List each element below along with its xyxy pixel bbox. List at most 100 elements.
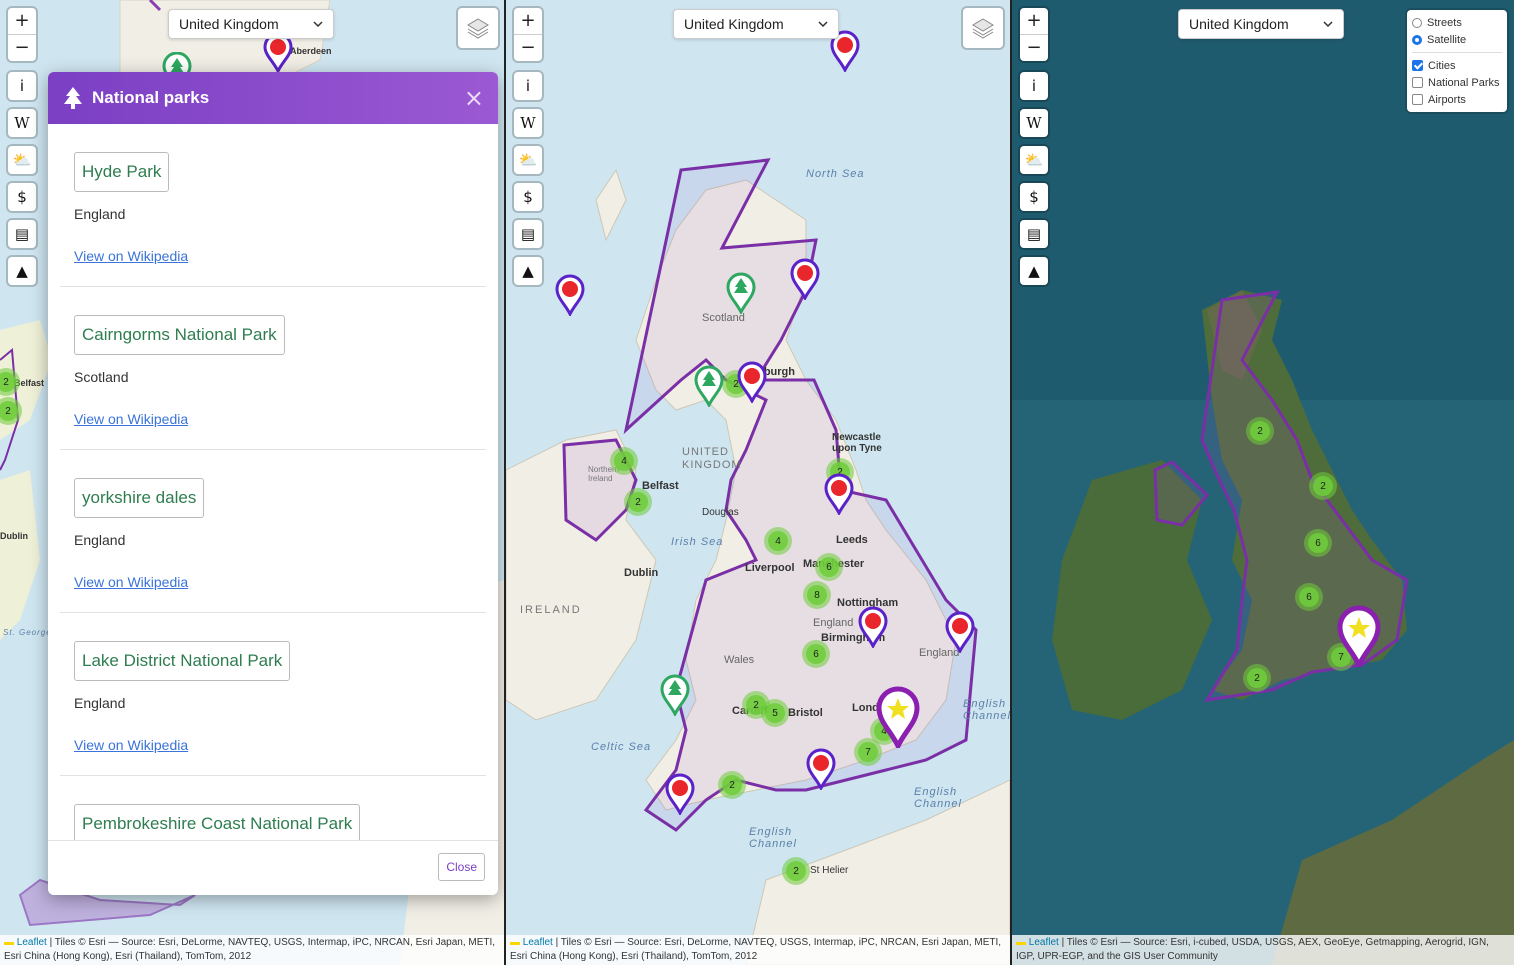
overlay-airports[interactable]: Airports — [1412, 91, 1502, 108]
national-parks-button[interactable]: ▲ — [8, 257, 36, 285]
currency-button[interactable]: $ — [514, 183, 542, 211]
zoom-in-button[interactable]: + — [8, 8, 36, 34]
overlay-national-parks[interactable]: National Parks — [1412, 74, 1502, 91]
zoom-control: + − — [1020, 8, 1048, 61]
modal-body[interactable]: Hyde Park England View on Wikipedia Cair… — [48, 124, 498, 841]
news-button[interactable]: ▤ — [8, 220, 36, 248]
news-button[interactable]: ▤ — [1020, 220, 1048, 248]
map-panel-street-modal: Aberdeen Belfast Dublin St. George's Cha… — [0, 0, 504, 965]
attribution-text: | Tiles © Esri — Source: Esri, i-cubed, … — [1016, 937, 1489, 962]
radio-streets[interactable] — [1412, 17, 1422, 28]
info-button[interactable]: i — [514, 72, 542, 100]
base-layer-satellite[interactable]: Satellite — [1412, 31, 1502, 48]
close-button[interactable]: Close — [438, 853, 485, 881]
park-marker-icon[interactable] — [694, 365, 724, 407]
airport-marker-icon[interactable] — [858, 606, 888, 648]
wikipedia-link[interactable]: View on Wikipedia — [74, 411, 472, 427]
zoom-out-button[interactable]: − — [8, 34, 36, 61]
checkbox-national-parks[interactable] — [1412, 77, 1423, 88]
marker-cluster[interactable]: 8 — [803, 581, 831, 609]
wikipedia-link[interactable]: View on Wikipedia — [74, 248, 472, 264]
weather-button[interactable]: ⛅ — [514, 146, 542, 174]
marker-cluster[interactable]: 4 — [610, 447, 638, 475]
label-north-sea: North Sea — [806, 168, 865, 180]
label-dublin: Dublin — [0, 531, 28, 541]
wikipedia-link[interactable]: View on Wikipedia — [74, 737, 472, 753]
info-button[interactable]: i — [1020, 72, 1048, 100]
layers-panel: Streets Satellite Cities National Parks … — [1407, 10, 1507, 112]
wikipedia-link[interactable]: View on Wikipedia — [74, 574, 472, 590]
label-leeds: Leeds — [836, 534, 868, 546]
airport-marker-icon[interactable] — [665, 773, 695, 815]
modal-footer: Close — [48, 840, 498, 895]
layers-button[interactable] — [963, 8, 1003, 48]
marker-cluster[interactable]: 6 — [1304, 529, 1332, 557]
weather-button[interactable]: ⛅ — [8, 146, 36, 174]
airport-marker-icon[interactable] — [737, 361, 767, 403]
currency-button[interactable]: $ — [8, 183, 36, 211]
park-marker-icon[interactable] — [726, 272, 756, 314]
checkbox-cities[interactable] — [1412, 60, 1423, 71]
label-liverpool: Liverpool — [745, 562, 795, 574]
leaflet-link[interactable]: Leaflet — [17, 937, 47, 948]
radio-satellite[interactable] — [1412, 34, 1422, 45]
close-icon[interactable]: × — [464, 84, 484, 112]
currency-button[interactable]: $ — [1020, 183, 1048, 211]
national-parks-button[interactable]: ▲ — [1020, 257, 1048, 285]
checkbox-airports[interactable] — [1412, 94, 1423, 105]
park-marker-icon[interactable] — [660, 674, 690, 716]
tree-icon — [64, 87, 82, 109]
marker-cluster[interactable]: 6 — [802, 640, 830, 668]
zoom-in-button[interactable]: + — [514, 8, 542, 34]
satellite-map-background[interactable] — [1012, 0, 1514, 965]
airport-marker-icon[interactable] — [555, 274, 585, 316]
park-item: yorkshire dales England View on Wikipedi… — [60, 450, 486, 613]
marker-cluster[interactable]: 2 — [624, 488, 652, 516]
park-name: Lake District National Park — [74, 641, 291, 681]
zoom-control: + − — [8, 8, 36, 61]
layers-button[interactable] — [458, 8, 498, 48]
wikipedia-button[interactable]: W — [1020, 109, 1048, 137]
park-item: Hyde Park England View on Wikipedia — [60, 124, 486, 287]
airport-marker-icon[interactable] — [945, 611, 975, 653]
wikipedia-button[interactable]: W — [514, 109, 542, 137]
modal-title: National parks — [92, 88, 210, 107]
weather-button[interactable]: ⛅ — [1020, 146, 1048, 174]
info-button[interactable]: i — [8, 72, 36, 100]
airport-marker-icon[interactable] — [790, 258, 820, 300]
layers-separator — [1412, 52, 1502, 53]
marker-cluster[interactable]: 6 — [815, 553, 843, 581]
capital-marker-icon[interactable] — [1337, 605, 1381, 667]
airport-marker-icon[interactable] — [824, 473, 854, 515]
attribution-text: | Tiles © Esri — Source: Esri, DeLorme, … — [510, 937, 1002, 962]
capital-marker-icon[interactable] — [876, 686, 920, 748]
zoom-out-button[interactable]: − — [1020, 34, 1048, 61]
overlay-cities[interactable]: Cities — [1412, 57, 1502, 74]
street-map-background[interactable] — [506, 0, 1010, 965]
country-select-value: United Kingdom — [1189, 16, 1289, 32]
marker-cluster[interactable]: 2 — [782, 857, 810, 885]
marker-cluster[interactable]: 2 — [1309, 472, 1337, 500]
marker-cluster[interactable]: 2 — [1243, 664, 1271, 692]
marker-cluster[interactable]: 2 — [1246, 417, 1274, 445]
base-layer-streets[interactable]: Streets — [1412, 14, 1502, 31]
country-select[interactable]: United Kingdom — [673, 9, 839, 39]
chevron-down-icon — [818, 21, 828, 27]
airport-marker-icon[interactable] — [806, 748, 836, 790]
park-region: England — [74, 532, 126, 548]
zoom-out-button[interactable]: − — [514, 34, 542, 61]
national-parks-button[interactable]: ▲ — [514, 257, 542, 285]
leaflet-link[interactable]: Leaflet — [523, 937, 553, 948]
country-select[interactable]: United Kingdom — [168, 9, 334, 39]
marker-cluster[interactable]: 5 — [761, 699, 789, 727]
wikipedia-button[interactable]: W — [8, 109, 36, 137]
news-button[interactable]: ▤ — [514, 220, 542, 248]
marker-cluster[interactable]: 6 — [1295, 583, 1323, 611]
leaflet-link[interactable]: Leaflet — [1029, 937, 1059, 948]
marker-cluster[interactable]: 2 — [718, 771, 746, 799]
marker-cluster[interactable]: 4 — [764, 527, 792, 555]
zoom-in-button[interactable]: + — [1020, 8, 1048, 34]
chevron-down-icon — [1323, 21, 1333, 27]
airport-marker-icon[interactable] — [263, 33, 293, 73]
country-select[interactable]: United Kingdom — [1178, 9, 1344, 39]
